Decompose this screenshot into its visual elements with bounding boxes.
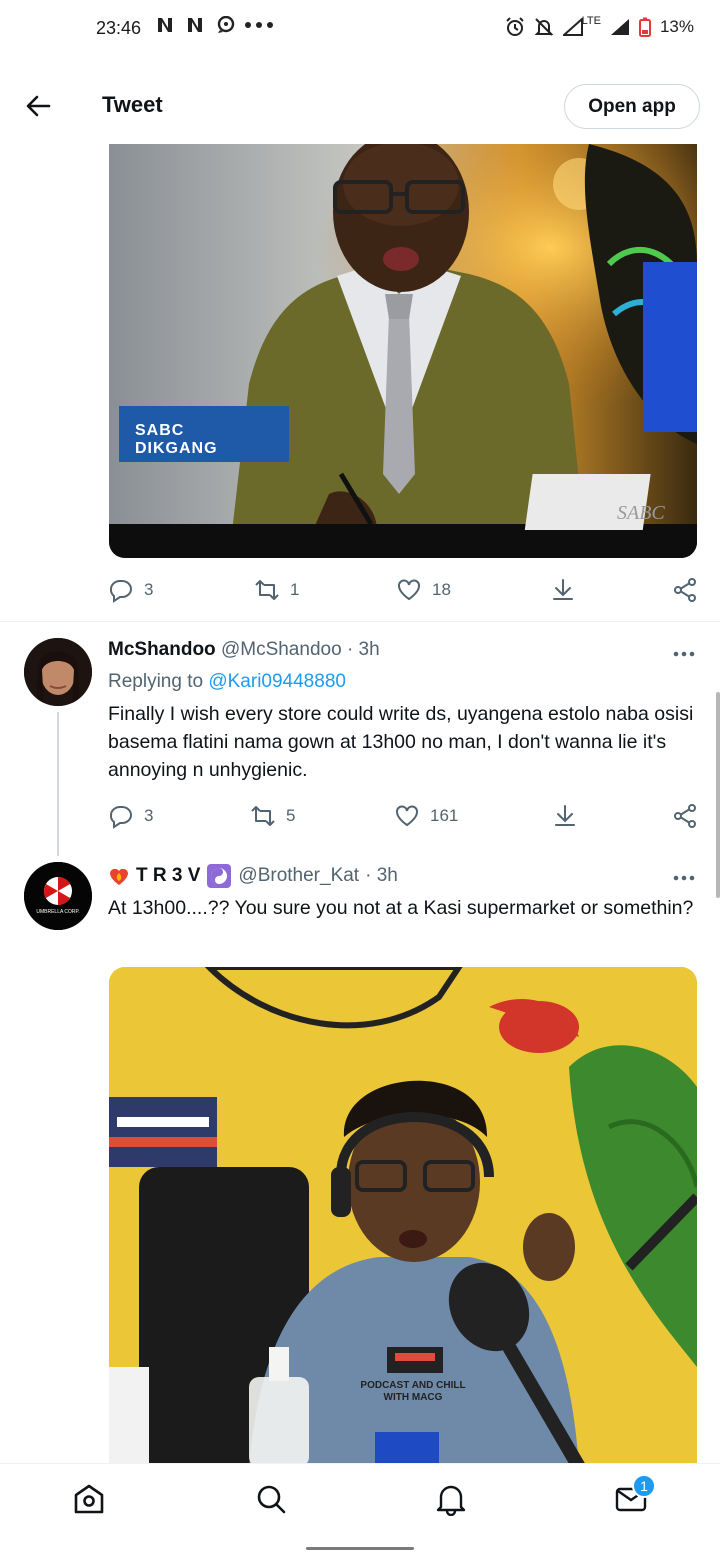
download-icon bbox=[553, 579, 573, 600]
tweet-header: McShandoo @McShandoo · 3h bbox=[108, 639, 380, 661]
user-avatar-image bbox=[24, 638, 92, 706]
display-name[interactable]: McShandoo bbox=[108, 639, 216, 660]
page-title: Tweet bbox=[102, 92, 163, 117]
avatar[interactable] bbox=[24, 638, 92, 706]
reply-count: 3 bbox=[144, 580, 154, 599]
battery-percent: 13% bbox=[659, 17, 694, 36]
reply-icon bbox=[109, 806, 132, 829]
tweet-text: At 13h00....?? You sure you not at a Kas… bbox=[108, 897, 694, 919]
like-button[interactable]: 18 bbox=[396, 577, 451, 603]
user-handle[interactable]: @McShandoo bbox=[221, 639, 342, 660]
messages-badge: 1 bbox=[632, 1474, 656, 1498]
chat-icon bbox=[217, 16, 235, 33]
reply-count: 3 bbox=[144, 806, 154, 825]
user-handle[interactable]: @Brother_Kat bbox=[238, 865, 359, 887]
status-time: 23:46 bbox=[96, 18, 142, 38]
display-name[interactable]: T R 3 V bbox=[136, 865, 200, 887]
heart-icon bbox=[396, 805, 418, 827]
channel-logo: SABC DIKGANG bbox=[135, 422, 218, 457]
like-button[interactable]: 161 bbox=[394, 803, 458, 829]
more-dots-icon bbox=[245, 22, 273, 28]
reply-icon bbox=[109, 580, 132, 603]
scrollbar[interactable] bbox=[716, 692, 720, 898]
avatar-caption: UMBRELLA CORP. bbox=[36, 909, 80, 915]
reply-button[interactable]: 3 bbox=[108, 577, 153, 603]
corner-logo: SABC bbox=[617, 502, 665, 524]
open-app-button[interactable]: Open app bbox=[564, 84, 700, 129]
home-indicator[interactable] bbox=[306, 1547, 414, 1550]
tweet-text: Finally I wish every store could write d… bbox=[108, 703, 694, 781]
status-notification-icons bbox=[156, 16, 274, 34]
share-button[interactable] bbox=[672, 577, 698, 603]
reply-button[interactable]: 3 bbox=[108, 803, 153, 829]
tweet-time[interactable]: · 3h bbox=[365, 865, 398, 887]
like-count: 161 bbox=[430, 806, 459, 825]
shirt-text: PODCAST AND CHILL WITH MACG bbox=[360, 1380, 466, 1403]
share-icon bbox=[674, 804, 696, 828]
mention-link[interactable]: @Kari09448880 bbox=[208, 671, 346, 692]
alarm-icon bbox=[505, 17, 524, 36]
bottom-navigation bbox=[0, 1463, 720, 1535]
download-button[interactable] bbox=[550, 577, 576, 603]
news-anchor-image bbox=[109, 144, 697, 558]
yin-yang-icon bbox=[207, 864, 232, 888]
tweet-header: T R 3 V @Brother_Kat · 3h bbox=[108, 863, 398, 889]
replying-to-prefix: Replying to bbox=[108, 671, 204, 692]
signal-icon bbox=[562, 18, 583, 36]
back-arrow-icon[interactable] bbox=[24, 92, 52, 120]
divider bbox=[0, 621, 720, 622]
status-system-icons: LTE 13% bbox=[505, 15, 694, 37]
status-bar: 23:46 LTE 13% bbox=[0, 0, 720, 58]
tweet-photo[interactable]: PODCAST AND CHILL WITH MACG bbox=[109, 967, 697, 1467]
fire-heart-icon bbox=[110, 868, 128, 885]
tweet-time[interactable]: · 3h bbox=[347, 639, 380, 660]
retweet-icon bbox=[255, 580, 279, 600]
download-button[interactable] bbox=[552, 803, 578, 829]
home-icon[interactable] bbox=[72, 1482, 106, 1516]
share-button[interactable] bbox=[672, 803, 698, 829]
retweet-count: 5 bbox=[286, 806, 296, 825]
more-options-icon[interactable] bbox=[672, 650, 696, 658]
replying-to: Replying to @Kari09448880 bbox=[108, 671, 346, 693]
notifications-icon[interactable] bbox=[434, 1482, 468, 1516]
retweet-button[interactable]: 5 bbox=[250, 803, 295, 829]
retweet-button[interactable]: 1 bbox=[254, 577, 299, 603]
retweet-count: 1 bbox=[290, 580, 300, 599]
netflix-icon bbox=[158, 18, 172, 32]
mute-icon bbox=[534, 18, 554, 36]
share-icon bbox=[674, 578, 696, 602]
more-options-icon[interactable] bbox=[672, 874, 696, 882]
battery-icon bbox=[638, 17, 651, 37]
tweet-actions: 3 1 18 bbox=[108, 572, 702, 608]
search-icon[interactable] bbox=[254, 1482, 288, 1516]
avatar[interactable]: UMBRELLA CORP. bbox=[24, 862, 92, 930]
top-bar: Tweet Open app bbox=[0, 70, 720, 144]
network-type: LTE bbox=[581, 15, 601, 27]
tweet-actions: 3 5 161 bbox=[108, 798, 702, 834]
netflix-icon bbox=[188, 18, 202, 32]
thread-line bbox=[57, 712, 59, 856]
retweet-icon bbox=[251, 806, 275, 826]
heart-icon bbox=[398, 579, 420, 601]
signal-icon bbox=[610, 19, 629, 35]
tweet-photo[interactable]: SABC DIKGANG SABC bbox=[109, 144, 697, 558]
download-icon bbox=[555, 805, 575, 826]
umbrella-logo-icon bbox=[24, 862, 92, 930]
like-count: 18 bbox=[432, 580, 451, 599]
